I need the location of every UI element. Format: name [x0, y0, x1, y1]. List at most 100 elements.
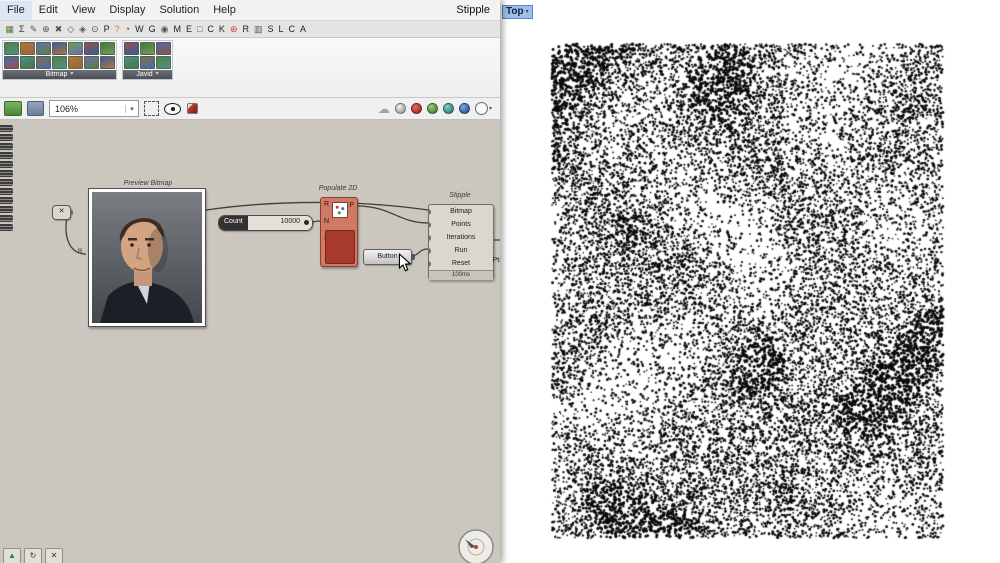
menu-solution[interactable]: Solution	[152, 1, 206, 20]
stipple-input-reset[interactable]: Reset	[428, 257, 493, 270]
preview-bitmap-node[interactable]	[88, 188, 206, 327]
toolbar-group-label[interactable]: Javid ▾	[123, 70, 172, 79]
populate-input-n[interactable]: N	[324, 218, 329, 225]
component-tab[interactable]: ▦	[3, 22, 17, 37]
docked-panel-tab[interactable]	[0, 215, 13, 222]
component-tab[interactable]: W	[133, 22, 147, 37]
stipple-input-run[interactable]: Run	[428, 244, 493, 257]
menu-display[interactable]: Display	[102, 1, 152, 20]
slider-track[interactable]: 10000	[247, 216, 312, 230]
bitmap-param-node[interactable]: ✕	[52, 205, 73, 220]
chevron-down-icon[interactable]: ▾	[70, 70, 73, 79]
stipple-input-points[interactable]: Points	[428, 218, 493, 231]
component-tab[interactable]: ?	[112, 22, 122, 37]
docked-panel-tab[interactable]	[0, 170, 13, 177]
component-tab[interactable]: ⊙	[89, 22, 102, 37]
component-tab[interactable]: ✖	[52, 22, 65, 37]
chevron-down-icon[interactable]: ▾	[125, 104, 138, 113]
component-tab[interactable]: ◇	[65, 22, 77, 37]
populate-output-p[interactable]: P	[349, 202, 354, 209]
toolbar-icon[interactable]	[140, 56, 155, 69]
toolbar-icon[interactable]	[100, 56, 115, 69]
chevron-down-icon[interactable]: ▾	[156, 70, 159, 79]
component-tab[interactable]: K	[216, 22, 227, 37]
menu-view[interactable]: View	[65, 1, 103, 20]
toolbar-icon[interactable]	[140, 42, 155, 55]
component-tab[interactable]: M	[171, 22, 184, 37]
zoom-select[interactable]: 106% ▾	[49, 100, 139, 117]
docked-panel-tab[interactable]	[0, 206, 13, 213]
canvas-compass-widget[interactable]	[456, 527, 496, 563]
component-tab[interactable]: S	[265, 22, 276, 37]
blue-globe-icon[interactable]	[458, 103, 470, 114]
toolbar-icon[interactable]	[156, 42, 171, 55]
component-tab[interactable]: A	[298, 22, 309, 37]
save-icon[interactable]	[27, 101, 44, 116]
toolbar-group-label[interactable]: Bitmap ▾	[3, 70, 116, 79]
toolbar-icon[interactable]	[52, 42, 67, 55]
stipple-output-pts[interactable]: Pts ›	[493, 257, 500, 264]
component-tab[interactable]: ◈	[77, 22, 89, 37]
stipple-input-iterations[interactable]: Iterations	[428, 231, 493, 244]
chevron-down-icon[interactable]: ▾	[526, 6, 529, 18]
stipple-node[interactable]: BitmapPointsIterationsRunReset 100ms Pts…	[428, 204, 500, 280]
component-tab[interactable]: ◉	[158, 22, 171, 37]
toolbar-icon[interactable]	[20, 56, 35, 69]
history-button[interactable]: ↻	[24, 548, 42, 563]
docked-panel-tab[interactable]	[0, 125, 13, 132]
toolbar-icon[interactable]	[68, 42, 83, 55]
component-tab[interactable]: ◔	[122, 22, 132, 37]
viewport-tab-top[interactable]: Top ▾	[502, 5, 533, 19]
definition-canvas[interactable]: ✕ Preview Bitmap R Count 10000 Populate …	[0, 120, 500, 563]
toolbar-icon[interactable]	[124, 42, 139, 55]
upload-button[interactable]: ▲	[3, 548, 21, 563]
component-tab[interactable]: G	[146, 22, 158, 37]
component-tab[interactable]: □	[194, 22, 204, 37]
component-tab[interactable]: P	[101, 22, 112, 37]
menu-help[interactable]: Help	[206, 1, 243, 20]
populate-2d-node[interactable]: R N S P	[320, 197, 358, 267]
docked-panel-tab[interactable]	[0, 188, 13, 195]
stipple-input-bitmap[interactable]: Bitmap	[428, 205, 493, 218]
toolbar-icon[interactable]	[36, 42, 51, 55]
component-tab[interactable]: L	[276, 22, 286, 37]
docked-panel-tab[interactable]	[0, 197, 13, 204]
component-tab[interactable]: ⊕	[40, 22, 53, 37]
toolbar-icon[interactable]	[36, 56, 51, 69]
toolbar-icon[interactable]	[52, 56, 67, 69]
docked-panel-tab[interactable]	[0, 179, 13, 186]
toolbar-icon[interactable]	[84, 42, 99, 55]
cloud-display-icon[interactable]: ☁	[378, 103, 390, 115]
docked-panel-tab[interactable]	[0, 143, 13, 150]
toolbar-icon[interactable]	[84, 56, 99, 69]
bitmap-file-icon[interactable]	[4, 101, 22, 116]
docked-panel-tab[interactable]	[0, 224, 13, 231]
component-tab[interactable]: ✎	[27, 22, 40, 37]
docked-panel-tab[interactable]	[0, 161, 13, 168]
component-tab[interactable]: Σ	[17, 22, 28, 37]
toolbar-icon[interactable]	[124, 56, 139, 69]
preview-eye-icon[interactable]	[164, 102, 181, 115]
toolbar-icon[interactable]	[20, 42, 35, 55]
menu-file[interactable]: File	[0, 0, 32, 20]
count-slider-node[interactable]: Count 10000	[218, 215, 313, 231]
shaded-sphere-icon[interactable]	[394, 103, 406, 114]
toolbar-icon[interactable]	[4, 42, 19, 55]
teal-globe-icon[interactable]	[442, 103, 454, 114]
paint-brush-icon[interactable]	[186, 102, 199, 115]
red-sphere-icon[interactable]	[410, 103, 422, 114]
component-tab[interactable]: C	[205, 22, 217, 37]
docked-panel-tab[interactable]	[0, 134, 13, 141]
component-tab[interactable]: ▥	[251, 22, 265, 37]
menu-edit[interactable]: Edit	[32, 1, 65, 20]
toolbar-icon[interactable]	[68, 56, 83, 69]
toolbar-icon[interactable]	[156, 56, 171, 69]
rhino-viewport[interactable]: Top ▾	[500, 0, 1000, 563]
populate-input-r[interactable]: R	[324, 201, 329, 208]
preview-settings-dropdown[interactable]: ▾	[474, 102, 492, 115]
component-tab[interactable]: C	[286, 22, 298, 37]
toolbar-icon[interactable]	[4, 56, 19, 69]
component-tab[interactable]: ⊛	[227, 22, 240, 37]
docked-panel-tab[interactable]	[0, 152, 13, 159]
green-sphere-icon[interactable]	[426, 103, 438, 114]
